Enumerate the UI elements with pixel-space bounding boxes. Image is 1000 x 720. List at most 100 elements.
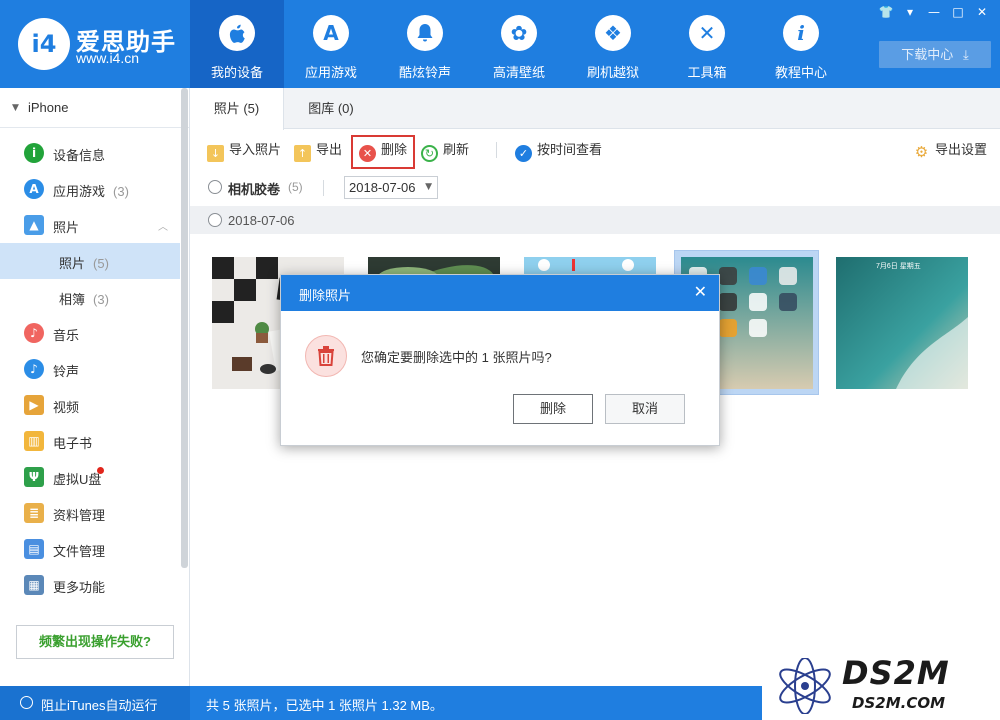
camera-roll-count: (5) [288,180,303,194]
sidebar-item-label: 视频 [53,400,80,415]
nav-label: 工具箱 [687,65,727,80]
import-label: 导入照片 [229,142,282,157]
refresh-label: 刷新 [443,142,470,157]
nav-label: 教程中心 [774,65,827,80]
apple-icon [219,15,255,51]
sidebar-item-label: 虚拟U盘 [53,472,102,487]
menu-icon[interactable]: ▾ [898,3,922,21]
tab-photos[interactable]: 照片 (5) [190,88,284,130]
sidebar-item-photos[interactable]: ▲ 照片 ︿ [0,208,182,242]
trash-icon [305,335,347,377]
watermark-title: DS2M [842,654,950,692]
sidebar-item-device-info[interactable]: i 设备信息 [0,136,182,170]
notification-dot [97,467,104,474]
confirm-delete-button[interactable]: 删除 [513,394,593,424]
frequent-failure-help-button[interactable]: 频繁出现操作失败? [16,625,174,659]
sidebar-item-virtual-usb[interactable]: Ψ 虚拟U盘 [0,460,182,494]
sidebar-item-ebooks[interactable]: ▥ 电子书 [0,424,182,458]
photo-image [836,257,968,389]
sidebar-subitem-count: (5) [93,256,109,271]
app-logo: i4 爱思助手 www.i4.cn [18,18,188,70]
tab-gallery[interactable]: 图库 (0) [284,88,378,129]
sidebar-item-video[interactable]: ▶ 视频 [0,388,182,422]
nav-apps-games[interactable]: A 应用游戏 [284,0,378,88]
sidebar-subitem-label-text: 照片 [59,256,86,271]
dialog-close-icon[interactable]: ✕ [694,282,707,301]
info-icon: i [783,15,819,51]
app-store-icon: A [24,179,44,199]
sidebar-item-label: 文件管理 [53,544,106,559]
import-icon: ↓ [207,145,224,162]
sidebar-item-ringtones[interactable]: ♪ 铃声 [0,352,182,386]
nav-flash-jailbreak[interactable]: ❖ 刷机越狱 [566,0,660,88]
info-circle-icon: i [24,143,44,163]
app-url: www.i4.cn [76,50,140,66]
sidebar-subitem-label-text: 相簿 [59,292,86,307]
dropbox-icon: ❖ [595,15,631,51]
sidebar-item-apps[interactable]: A 应用游戏 (3) [0,172,182,206]
date-select[interactable]: 2018-07-06 ▼ [344,176,438,199]
device-header[interactable]: ▼ iPhone [0,88,189,128]
export-button[interactable]: ↑ 导出 [294,138,342,162]
photo-thumbnail[interactable]: 7月6日 星期五 [836,257,968,389]
download-center-label: 下载中心 [901,47,954,62]
sidebar-item-label: 应用游戏 (3) [53,181,129,200]
delete-highlight-box [351,135,415,169]
check-circle-icon: ✓ [515,145,532,162]
nav-my-device[interactable]: 我的设备 [190,0,284,88]
dialog-message: 您确定要删除选中的 1 张照片吗? [361,350,552,365]
camera-roll-radio[interactable] [208,180,222,194]
sidebar-item-music[interactable]: ♪ 音乐 [0,316,182,350]
cancel-button[interactable]: 取消 [605,394,685,424]
date-group-radio[interactable] [208,213,222,227]
filter-row: 相机胶卷 (5) 2018-07-06 ▼ [190,171,1000,205]
itunes-radio[interactable] [20,696,33,709]
sidebar-subitem-count: (3) [93,292,109,307]
chevron-up-icon: ︿ [158,222,168,233]
export-settings-button[interactable]: ⚙ 导出设置 [913,138,987,162]
watermark: DS2M DS2M.COM [762,652,1000,720]
chevron-down-icon: ▼ [425,182,432,192]
grid-icon: ▦ [24,575,44,595]
close-icon[interactable]: ✕ [970,3,994,21]
folder-icon: ▤ [24,539,44,559]
atom-logo-icon [779,658,831,714]
minimize-icon[interactable]: — [922,3,946,21]
view-by-time-button[interactable]: ✓ 按时间查看 [515,138,602,162]
shirt-icon[interactable]: 👕 [874,3,898,21]
bell-icon [407,15,443,51]
sidebar-item-more[interactable]: ▦ 更多功能 [0,568,182,602]
lock-screen-date-text: 7月6日 星期五 [876,263,921,270]
export-label: 导出 [316,142,343,157]
device-name: iPhone [28,100,69,115]
refresh-button[interactable]: ↻ 刷新 [421,138,469,162]
content-tabs: 照片 (5) 图库 (0) [190,88,1000,130]
import-photos-button[interactable]: ↓ 导入照片 [207,138,281,162]
nav-ringtones[interactable]: 酷炫铃声 [378,0,472,88]
sidebar-scrollbar[interactable] [181,88,188,568]
nav-tutorials[interactable]: i 教程中心 [754,0,848,88]
video-icon: ▶ [24,395,44,415]
refresh-icon: ↻ [421,145,438,162]
i4-logo-icon: i4 [18,18,70,70]
sidebar-item-label: 电子书 [53,436,93,451]
date-group-header: 2018-07-06 [190,206,1000,234]
sidebar-item-data-management[interactable]: ≣ 资料管理 [0,496,182,530]
filter-divider [323,180,324,196]
book-icon: ▥ [24,431,44,451]
music-icon: ♪ [24,323,44,343]
sidebar-subitem-photos[interactable]: 照片 (5) [0,243,180,279]
sidebar-item-file-management[interactable]: ▤ 文件管理 [0,532,182,566]
sidebar-subitem-label: 照片 (5) [59,253,109,272]
download-center-button[interactable]: 下载中心 ⤓ [879,41,991,68]
window-controls: 👕 ▾ — □ ✕ [874,3,994,21]
maximize-icon[interactable]: □ [946,3,970,21]
export-icon: ↑ [294,145,311,162]
sidebar-subitem-albums[interactable]: 相簿 (3) [0,279,180,315]
sidebar-item-count: (3) [113,184,129,199]
nav-wallpapers[interactable]: ✿ 高清壁纸 [472,0,566,88]
bell-icon: ♪ [24,359,44,379]
itunes-toggle[interactable]: 阻止iTunes自动运行 [0,686,190,720]
view-by-time-label: 按时间查看 [537,142,603,157]
nav-toolbox[interactable]: ✕ 工具箱 [660,0,754,88]
